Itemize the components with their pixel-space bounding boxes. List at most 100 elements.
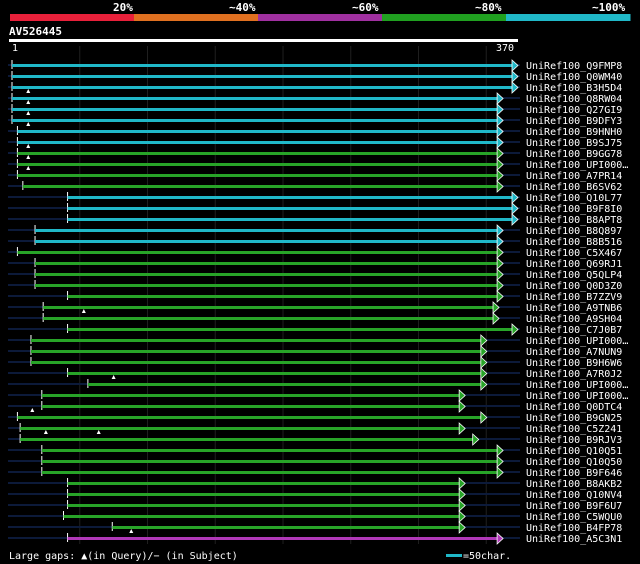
hit-bar[interactable] <box>41 471 498 474</box>
hit-bar[interactable] <box>35 262 498 265</box>
hit-bar[interactable] <box>67 196 513 199</box>
hit-bar[interactable] <box>17 152 498 155</box>
hit-bar[interactable] <box>12 97 498 100</box>
hit-label[interactable]: UniRef100_A9SH04 <box>526 314 622 325</box>
hit-label[interactable]: UniRef100_A5C3N1 <box>526 534 622 545</box>
hit-bar[interactable] <box>35 240 498 243</box>
hit-bar[interactable] <box>67 482 460 485</box>
hit-bar[interactable] <box>20 438 473 441</box>
hit-row[interactable]: UniRef100_B9H6W6 <box>8 356 622 369</box>
hit-bar[interactable] <box>87 383 481 386</box>
hit-bar[interactable] <box>41 460 498 463</box>
hit-row[interactable]: UniRef100_UPI000… <box>8 334 628 347</box>
hit-label[interactable]: UniRef100_A9TNB6 <box>526 303 622 314</box>
hit-row[interactable]: UniRef100_C5X467 <box>8 246 622 259</box>
hit-bar[interactable] <box>41 405 460 408</box>
hit-label[interactable]: UniRef100_B9F8I0 <box>526 204 622 215</box>
hit-bar[interactable] <box>67 493 460 496</box>
hit-label[interactable]: UniRef100_B7ZZV9 <box>526 292 622 303</box>
hit-bar[interactable] <box>30 339 481 342</box>
hit-bar[interactable] <box>17 163 498 166</box>
hit-bar[interactable] <box>17 130 498 133</box>
hit-label[interactable]: UniRef100_B8Q897 <box>526 226 622 237</box>
hit-bar[interactable] <box>20 427 460 430</box>
hit-label[interactable]: UniRef100_B3H5D4 <box>526 83 622 94</box>
hit-row[interactable]: UniRef100_A9TNB6 <box>8 301 622 314</box>
hit-label[interactable]: UniRef100_B9F6U7 <box>526 501 622 512</box>
hit-bar[interactable] <box>35 273 498 276</box>
hit-bar[interactable] <box>12 64 512 67</box>
hit-label[interactable]: UniRef100_B9H6W6 <box>526 358 622 369</box>
hit-row[interactable]: UniRef100_A7NUN9 <box>8 345 622 358</box>
hit-label[interactable]: UniRef100_Q9FMP8 <box>526 61 622 72</box>
hit-row[interactable]: UniRef100_B8Q897 <box>8 224 622 237</box>
hit-label[interactable]: UniRef100_Q27GI9 <box>526 105 622 116</box>
hit-row[interactable]: UniRef100_Q10L77 <box>8 191 622 204</box>
hit-label[interactable]: UniRef100_B9DFY3 <box>526 116 622 127</box>
hit-row[interactable]: UniRef100_Q9FMP8 <box>8 59 622 72</box>
hit-bar[interactable] <box>17 251 498 254</box>
hit-label[interactable]: UniRef100_Q0DTC4 <box>526 402 622 413</box>
hit-bar[interactable] <box>112 526 460 529</box>
hit-label[interactable]: UniRef100_Q5QLP4 <box>526 270 622 281</box>
hit-label[interactable]: UniRef100_B9GN25 <box>526 413 622 424</box>
hit-row[interactable]: UniRef100_Q69RJ1 <box>8 257 622 270</box>
hit-label[interactable]: UniRef100_A7R0J2 <box>526 369 622 380</box>
hit-bar[interactable] <box>12 86 512 89</box>
hit-row[interactable]: UniRef100_B9SJ75 <box>8 136 622 149</box>
hit-row[interactable]: UniRef100_B8APT8 <box>8 213 622 226</box>
hit-bar[interactable] <box>67 537 498 540</box>
hit-bar[interactable] <box>30 350 481 353</box>
hit-label[interactable]: UniRef100_UPI000… <box>526 380 628 391</box>
hit-row[interactable]: UniRef100_B6SV62 <box>8 180 622 193</box>
hit-row[interactable]: UniRef100_B7ZZV9 <box>8 290 622 303</box>
hit-row[interactable]: UniRef100_B8AKB2 <box>8 477 622 490</box>
hit-bar[interactable] <box>17 141 498 144</box>
hit-label[interactable]: UniRef100_Q8RW04 <box>526 94 622 105</box>
hit-label[interactable]: UniRef100_B9HNH0 <box>526 127 622 138</box>
hit-label[interactable]: UniRef100_UPI000… <box>526 336 628 347</box>
hit-label[interactable]: UniRef100_UPI000… <box>526 160 628 171</box>
hit-row[interactable]: UniRef100_C7J0B7 <box>8 323 622 336</box>
hit-bar[interactable] <box>63 515 460 518</box>
hit-row[interactable]: UniRef100_B9F6U7 <box>8 499 622 512</box>
hit-bar[interactable] <box>41 449 498 452</box>
hit-bar[interactable] <box>67 207 513 210</box>
hit-label[interactable]: UniRef100_B4FP78 <box>526 523 622 534</box>
hit-label[interactable]: UniRef100_Q10Q51 <box>526 446 622 457</box>
hit-row[interactable]: UniRef100_B9F8I0 <box>8 202 622 215</box>
hit-label[interactable]: UniRef100_B6SV62 <box>526 182 622 193</box>
hit-bar[interactable] <box>17 174 498 177</box>
hit-row[interactable]: UniRef100_Q0DTC4 <box>8 400 622 413</box>
hit-row[interactable]: UniRef100_Q0D3Z0 <box>8 279 622 292</box>
hit-bar[interactable] <box>35 284 498 287</box>
hit-label[interactable]: UniRef100_B8B516 <box>526 237 622 248</box>
hit-row[interactable]: UniRef100_B9F646 <box>8 466 622 479</box>
hit-label[interactable]: UniRef100_B9F646 <box>526 468 622 479</box>
hit-label[interactable]: UniRef100_Q69RJ1 <box>526 259 622 270</box>
hit-label[interactable]: UniRef100_Q10NV4 <box>526 490 622 501</box>
hit-bar[interactable] <box>67 328 513 331</box>
hit-row[interactable]: UniRef100_B8B516 <box>8 235 622 248</box>
hit-row[interactable]: UniRef100_A7R0J2 <box>8 367 622 380</box>
hit-label[interactable]: UniRef100_C7J0B7 <box>526 325 622 336</box>
hit-row[interactable]: UniRef100_B4FP78 <box>8 521 622 534</box>
hit-bar[interactable] <box>12 108 498 111</box>
hit-label[interactable]: UniRef100_A7NUN9 <box>526 347 622 358</box>
hit-label[interactable]: UniRef100_A7PR14 <box>526 171 622 182</box>
hit-label[interactable]: UniRef100_B8APT8 <box>526 215 622 226</box>
hit-bar[interactable] <box>67 372 481 375</box>
hit-row[interactable]: UniRef100_B3H5D4 <box>8 81 622 94</box>
hit-row[interactable]: UniRef100_Q0WM40 <box>8 70 622 83</box>
hit-label[interactable]: UniRef100_Q10Q50 <box>526 457 622 468</box>
hit-label[interactable]: UniRef100_B8AKB2 <box>526 479 622 490</box>
hit-row[interactable]: UniRef100_C5WQU0 <box>8 510 622 523</box>
hit-bar[interactable] <box>67 504 460 507</box>
hit-row[interactable]: UniRef100_Q10Q51 <box>8 444 622 457</box>
hit-bar[interactable] <box>12 75 512 78</box>
hit-row[interactable]: UniRef100_Q5QLP4 <box>8 268 622 281</box>
hit-bar[interactable] <box>30 361 481 364</box>
hit-label[interactable]: UniRef100_B9SJ75 <box>526 138 622 149</box>
hit-row[interactable]: UniRef100_UPI000… <box>8 389 628 402</box>
hit-label[interactable]: UniRef100_C5X467 <box>526 248 622 259</box>
